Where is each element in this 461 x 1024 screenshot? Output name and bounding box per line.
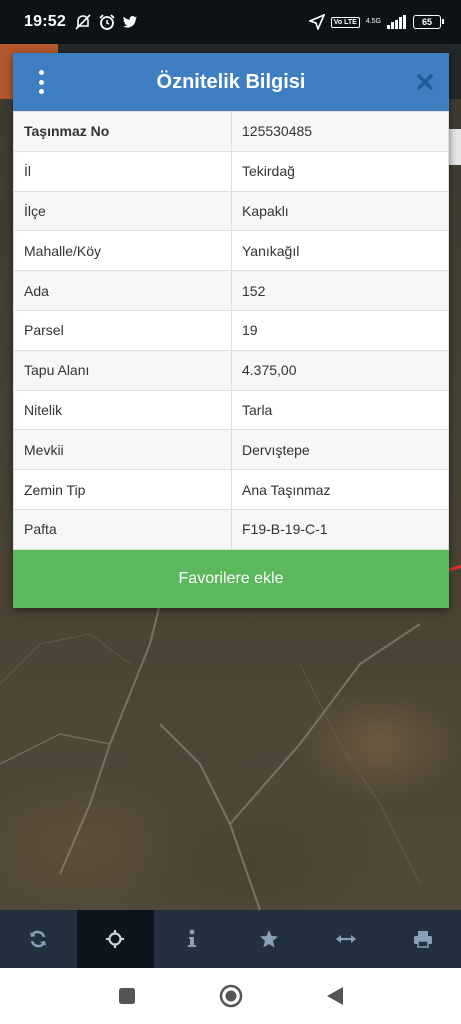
dialog-title: Öznitelik Bilgisi xyxy=(156,70,306,93)
battery-indicator: 65 xyxy=(413,15,444,29)
attribute-value: Yanıkağıl xyxy=(231,230,449,272)
attribute-key: Pafta xyxy=(13,508,232,550)
attribute-key: Tapu Alanı xyxy=(13,349,232,391)
locate-icon xyxy=(106,930,125,948)
location-arrow-icon xyxy=(308,14,325,30)
refresh-button[interactable] xyxy=(0,910,77,968)
print-button[interactable] xyxy=(384,910,461,968)
table-row: Mahalle/Köy Yanıkağıl xyxy=(13,230,449,272)
close-icon[interactable] xyxy=(415,72,435,92)
star-icon xyxy=(259,930,278,948)
attribute-key: Mevkii xyxy=(13,429,232,471)
table-row: Nitelik Tarla xyxy=(13,389,449,431)
more-vert-icon[interactable] xyxy=(33,70,49,94)
attribute-value: Kapaklı xyxy=(231,190,449,232)
attribute-key: Parsel xyxy=(13,309,232,351)
square-icon xyxy=(118,988,135,1004)
info-icon xyxy=(188,929,197,947)
attribute-value: Tekirdağ xyxy=(231,150,449,192)
attribute-value: Tarla xyxy=(231,389,449,431)
home-button[interactable] xyxy=(219,984,243,1008)
back-button[interactable] xyxy=(323,984,347,1008)
recents-button[interactable] xyxy=(115,984,139,1008)
table-row: İl Tekirdağ xyxy=(13,150,449,192)
circle-icon xyxy=(219,984,242,1008)
attribute-key: Ada xyxy=(13,270,232,311)
table-row: Tapu Alanı 4.375,00 xyxy=(13,349,449,391)
attribute-value: 4.375,00 xyxy=(231,349,449,391)
measure-button[interactable] xyxy=(307,910,384,968)
attribute-value: 19 xyxy=(231,309,449,351)
info-button[interactable] xyxy=(154,910,231,968)
attribute-key: Zemin Tip xyxy=(13,469,232,510)
measure-icon xyxy=(335,935,356,943)
attribute-value: 152 xyxy=(231,270,449,311)
table-row: İlçe Kapaklı xyxy=(13,190,449,232)
system-nav-bar xyxy=(0,968,461,1024)
attribute-value: F19-B-19-C-1 xyxy=(231,508,449,550)
bottom-toolbar xyxy=(0,910,461,968)
status-bar: 19:52 Vo LTE 4.5G 65 xyxy=(0,0,461,44)
attribute-key: İlçe xyxy=(13,190,232,232)
attribute-key: Mahalle/Köy xyxy=(13,230,232,272)
network-type: 4.5G xyxy=(365,18,381,25)
attribute-key: Nitelik xyxy=(13,389,232,431)
attribute-value: 125530485 xyxy=(231,111,449,152)
attribute-table: Taşınmaz No 125530485 İl Tekirdağ İlçe Kapa… xyxy=(13,111,449,550)
table-row: Ada 152 xyxy=(13,270,449,311)
twitter-icon xyxy=(122,16,137,28)
table-row: Taşınmaz No 125530485 xyxy=(13,111,449,152)
favorites-button[interactable] xyxy=(230,910,307,968)
alarm-icon xyxy=(99,14,115,30)
add-to-favorites-button[interactable]: Favorilere ekle xyxy=(13,549,449,608)
status-time: 19:52 xyxy=(24,13,66,30)
signal-icon xyxy=(387,15,406,29)
table-row: Pafta F19-B-19-C-1 xyxy=(13,508,449,550)
notifications-off-icon xyxy=(75,14,91,30)
table-row: Zemin Tip Ana Taşınmaz xyxy=(13,469,449,510)
dialog-header: Öznitelik Bilgisi xyxy=(13,53,449,111)
locate-button[interactable] xyxy=(76,910,154,968)
table-row: Parsel 19 xyxy=(13,309,449,351)
back-triangle-icon xyxy=(326,987,343,1005)
refresh-icon xyxy=(30,930,47,948)
attribute-dialog: Öznitelik Bilgisi Taşınmaz No 125530485 İ… xyxy=(13,53,449,608)
volte-badge: Vo LTE xyxy=(330,16,360,28)
table-row: Mevkii Dervıştepe xyxy=(13,429,449,471)
print-icon xyxy=(413,931,432,948)
attribute-key: İl xyxy=(13,150,232,192)
attribute-value: Ana Taşınmaz xyxy=(231,469,449,510)
attribute-value: Dervıştepe xyxy=(231,429,449,471)
attribute-key: Taşınmaz No xyxy=(13,111,232,152)
